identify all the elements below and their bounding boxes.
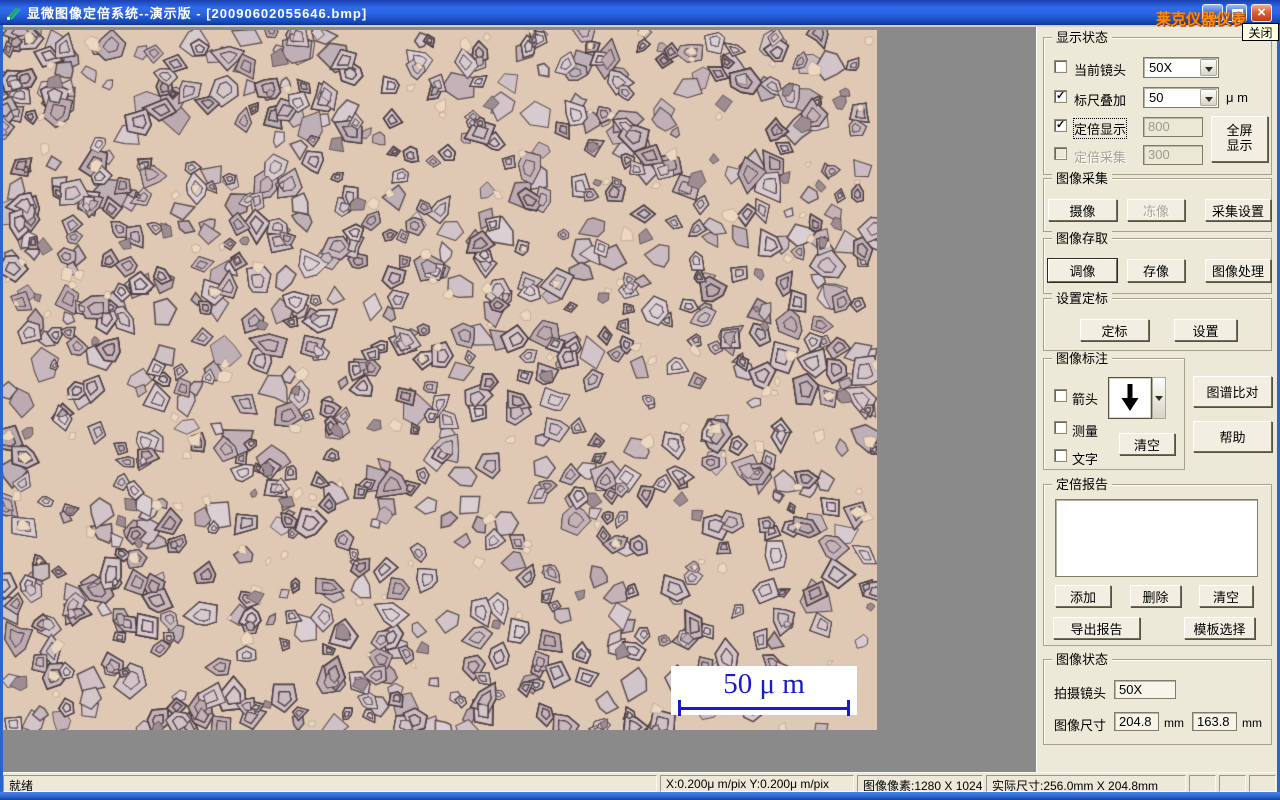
fixed-display-checkbox[interactable] bbox=[1054, 118, 1067, 132]
micrograph-view[interactable]: 50 μ m bbox=[3, 30, 877, 730]
text-checkbox[interactable] bbox=[1054, 449, 1067, 462]
status-cell-empty bbox=[1249, 775, 1276, 792]
group-calibration-title: 设置定标 bbox=[1052, 291, 1113, 306]
freeze-button: 冻像 bbox=[1127, 199, 1185, 221]
status-image-pixels: 图像像素:1280 X 1024 bbox=[857, 775, 983, 792]
group-storage-title: 图像存取 bbox=[1052, 231, 1113, 246]
fullscreen-button-line1: 全屏 bbox=[1226, 123, 1253, 139]
fixed-display-label: 定倍显示 bbox=[1072, 118, 1128, 139]
image-width-field[interactable]: 204.8 bbox=[1114, 712, 1159, 731]
fullscreen-button[interactable]: 全屏 显示 bbox=[1211, 116, 1268, 162]
group-capture: 图像采集 摄像 冻像 采集设置 bbox=[1043, 171, 1272, 232]
report-clear-button[interactable]: 清空 bbox=[1199, 585, 1253, 607]
fixed-capture-checkbox bbox=[1054, 147, 1067, 160]
shoot-lens-label: 拍摄镜头 bbox=[1054, 686, 1107, 701]
report-listbox[interactable] bbox=[1055, 499, 1258, 577]
control-panel: 显示状态 当前镜头 50X 标尺叠加 50 μ m 定倍显示 800 定倍采集 … bbox=[1036, 27, 1277, 772]
text-label: 文字 bbox=[1072, 452, 1099, 467]
current-lens-label: 当前镜头 bbox=[1074, 63, 1127, 78]
status-cell-empty bbox=[1219, 775, 1246, 792]
scale-bar-overlay: 50 μ m bbox=[671, 666, 857, 716]
micrograph-canvas[interactable] bbox=[3, 30, 877, 730]
status-pixel-scale: X:0.200μ m/pix Y:0.200μ m/pix bbox=[660, 775, 854, 792]
group-storage: 图像存取 调像 存像 图像处理 bbox=[1043, 231, 1272, 294]
group-display-status-title: 显示状态 bbox=[1052, 30, 1113, 45]
close-tooltip: 关闭 bbox=[1242, 23, 1279, 41]
image-height-field[interactable]: 163.8 bbox=[1192, 712, 1237, 731]
shoot-button[interactable]: 摄像 bbox=[1048, 199, 1117, 221]
arrow-label: 箭头 bbox=[1072, 392, 1099, 407]
status-cell-empty bbox=[1189, 775, 1216, 792]
group-report-title: 定倍报告 bbox=[1052, 477, 1113, 492]
app-icon bbox=[7, 6, 21, 20]
measure-checkbox[interactable] bbox=[1054, 421, 1067, 434]
group-annotation: 图像标注 箭头 测量 文字 清空 bbox=[1043, 351, 1185, 470]
image-process-button[interactable]: 图像处理 bbox=[1205, 259, 1271, 282]
chevron-down-icon[interactable] bbox=[1200, 89, 1217, 106]
client-area: 50 μ m 显示状态 当前镜头 50X 标尺叠加 50 μ m 定倍显示 80… bbox=[3, 25, 1277, 772]
annotation-clear-button[interactable]: 清空 bbox=[1119, 433, 1175, 455]
arrow-style-combobox[interactable] bbox=[1108, 377, 1166, 419]
group-report: 定倍报告 添加 删除 清空 导出报告 模板选择 bbox=[1043, 477, 1272, 646]
status-bar: 就绪 X:0.200μ m/pix Y:0.200μ m/pix 图像像素:12… bbox=[3, 772, 1277, 792]
calibration-setup-button[interactable]: 设置 bbox=[1174, 319, 1237, 341]
report-delete-button[interactable]: 删除 bbox=[1130, 585, 1181, 607]
image-height-unit: mm bbox=[1242, 716, 1262, 730]
image-size-label: 图像尺寸 bbox=[1054, 718, 1107, 733]
chevron-down-icon[interactable] bbox=[1152, 377, 1166, 419]
scale-overlay-unit: μ m bbox=[1226, 90, 1248, 105]
scale-overlay-checkbox[interactable] bbox=[1054, 89, 1067, 103]
group-image-status: 图像状态 拍摄镜头 50X 图像尺寸 204.8 mm 163.8 mm bbox=[1043, 652, 1272, 745]
group-display-status: 显示状态 当前镜头 50X 标尺叠加 50 μ m 定倍显示 800 定倍采集 … bbox=[1043, 30, 1272, 175]
chevron-down-icon[interactable] bbox=[1200, 59, 1217, 76]
current-lens-combobox[interactable]: 50X bbox=[1143, 57, 1219, 78]
arrow-checkbox[interactable] bbox=[1054, 389, 1067, 402]
load-image-button[interactable]: 调像 bbox=[1048, 259, 1117, 282]
fixed-capture-field: 300 bbox=[1143, 145, 1203, 165]
atlas-compare-button[interactable]: 图谱比对 bbox=[1193, 376, 1272, 407]
scale-overlay-label: 标尺叠加 bbox=[1074, 93, 1127, 108]
template-select-button[interactable]: 模板选择 bbox=[1184, 617, 1255, 639]
group-image-status-title: 图像状态 bbox=[1052, 652, 1113, 667]
image-width-unit: mm bbox=[1164, 716, 1184, 730]
group-annotation-title: 图像标注 bbox=[1052, 351, 1113, 366]
save-image-button[interactable]: 存像 bbox=[1127, 259, 1185, 282]
shoot-lens-field[interactable]: 50X bbox=[1114, 680, 1176, 699]
help-button[interactable]: 帮助 bbox=[1193, 421, 1272, 452]
report-add-button[interactable]: 添加 bbox=[1055, 585, 1111, 607]
window-bottom-border bbox=[0, 792, 1280, 800]
down-arrow-icon bbox=[1108, 377, 1152, 419]
measure-label: 测量 bbox=[1072, 424, 1099, 439]
fixed-display-field: 800 bbox=[1143, 117, 1203, 137]
group-capture-title: 图像采集 bbox=[1052, 171, 1113, 186]
current-lens-checkbox[interactable] bbox=[1054, 60, 1067, 73]
scale-overlay-combobox[interactable]: 50 bbox=[1143, 87, 1219, 108]
window-title: 显微图像定倍系统--演示版 - [20090602055646.bmp] bbox=[27, 6, 368, 21]
fullscreen-button-line2: 显示 bbox=[1226, 138, 1253, 153]
scale-bar-label: 50 μ m bbox=[723, 668, 805, 700]
scale-bar-line bbox=[678, 700, 850, 716]
capture-settings-button[interactable]: 采集设置 bbox=[1205, 199, 1271, 221]
group-calibration: 设置定标 定标 设置 bbox=[1043, 291, 1272, 351]
status-ready: 就绪 bbox=[3, 775, 657, 792]
status-actual-size: 实际尺寸:256.0mm X 204.8mm bbox=[986, 775, 1186, 792]
calibrate-button[interactable]: 定标 bbox=[1080, 319, 1149, 341]
export-report-button[interactable]: 导出报告 bbox=[1053, 617, 1140, 639]
fixed-capture-label: 定倍采集 bbox=[1074, 150, 1127, 165]
title-bar: 显微图像定倍系统--演示版 - [20090602055646.bmp] bbox=[0, 0, 1280, 25]
